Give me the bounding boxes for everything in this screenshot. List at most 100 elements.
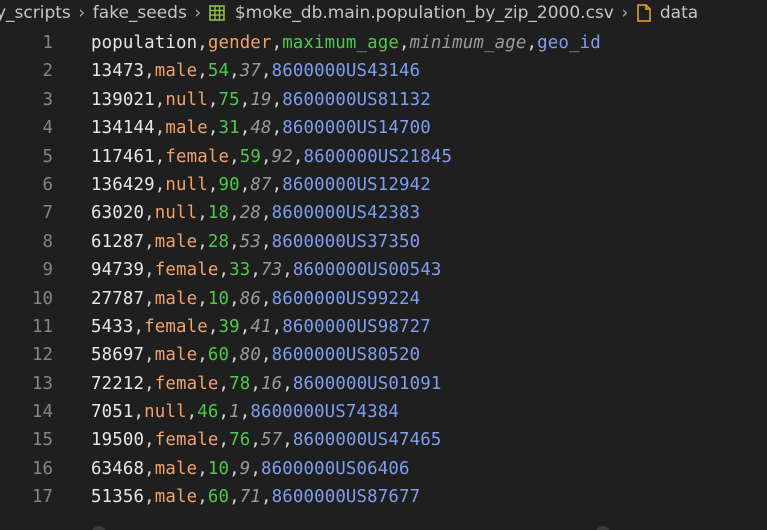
line-number: 1 (42, 33, 53, 53)
csv-cell: 63020 (91, 203, 145, 224)
line-number: 16 (32, 458, 53, 479)
csv-delimiter: , (197, 345, 208, 366)
csv-cell: minimum_age (409, 33, 527, 53)
csv-delimiter: , (154, 146, 166, 167)
csv-delimiter: , (197, 487, 208, 508)
csv-cell: 8600000US12942 (282, 174, 431, 195)
csv-cell: 8600000US99224 (271, 288, 421, 309)
csv-cell: 71 (239, 487, 261, 508)
code-line[interactable]: 12 58697,male,60,80,8600000US80520 (0, 341, 767, 369)
code-line[interactable]: 17 51356,male,60,71,8600000US87677 (0, 483, 767, 511)
line-content[interactable]: 58697,male,60,80,8600000US80520 (91, 341, 420, 369)
csv-delimiter: , (229, 203, 240, 224)
chevron-right-icon: › (194, 3, 202, 23)
line-content[interactable]: 7051,null,46,1,8600000US74384 (91, 398, 399, 426)
csv-delimiter: , (144, 61, 155, 82)
line-content[interactable]: 139021,null,75,19,8600000US81132 (91, 86, 431, 114)
line-number: 12 (32, 345, 53, 366)
csv-cell: 80 (239, 345, 261, 366)
line-content[interactable]: 27787,male,10,86,8600000US99224 (91, 285, 420, 313)
code-line[interactable]: 3 139021,null,75,19,8600000US81132 (0, 86, 767, 114)
csv-delimiter: , (229, 231, 240, 252)
bottom-bar (0, 522, 767, 530)
breadcrumb-item-csv-file[interactable]: $moke_db.main.population_by_zip_2000.csv (209, 3, 614, 23)
csv-delimiter: , (250, 458, 261, 479)
csv-delimiter: , (144, 430, 155, 451)
breadcrumb-item-fake-seeds-folder[interactable]: fake_seeds (93, 3, 187, 23)
code-line[interactable]: 14 7051,null,46,1,8600000US74384 (0, 398, 767, 426)
code-line[interactable]: 11 5433,female,39,41,8600000US98727 (0, 313, 767, 341)
chevron-right-icon: › (78, 3, 86, 23)
breadcrumb-label: data (659, 3, 699, 23)
csv-cell: 60 (207, 345, 230, 366)
line-number: 5 (42, 146, 53, 167)
breadcrumb-item-data-symbol[interactable]: data (636, 3, 698, 23)
line-content[interactable]: 61287,male,28,53,8600000US37350 (91, 228, 420, 256)
csv-delimiter: , (239, 89, 251, 110)
csv-delimiter: , (260, 288, 272, 309)
csv-cell: 10 (207, 288, 230, 309)
csv-cell: 19 (250, 89, 272, 110)
csv-cell: female (154, 373, 219, 394)
code-editor[interactable]: 1 population,gender,maximum_age,minimum_a… (0, 29, 767, 512)
csv-delimiter: , (207, 118, 219, 139)
line-content[interactable]: 63020,null,18,28,8600000US42383 (91, 199, 420, 227)
csv-delimiter: , (154, 89, 166, 110)
line-content[interactable]: 136429,null,90,87,8600000US12942 (91, 171, 431, 199)
code-line[interactable]: 2 13473,male,54,37,8600000US43146 (0, 57, 767, 85)
breadcrumb: y_scripts › fake_seeds › $moke_db.main.p… (0, 0, 767, 26)
line-content[interactable]: 134144,male,31,48,8600000US14700 (91, 114, 431, 142)
csv-table-icon (209, 5, 225, 21)
csv-delimiter: , (292, 146, 304, 167)
csv-cell: 54 (207, 61, 230, 82)
code-line[interactable]: 13 72212,female,78,16,8600000US01091 (0, 370, 767, 398)
breadcrumb-item-scripts-folder[interactable]: y_scripts (0, 3, 71, 23)
line-content[interactable]: 13473,male,54,37,8600000US43146 (91, 57, 420, 85)
csv-cell: 10 (207, 458, 230, 479)
csv-cell: 61287 (91, 231, 145, 252)
file-icon (637, 4, 651, 22)
circle-icon (596, 526, 610, 530)
csv-cell: 27787 (91, 288, 145, 309)
code-line[interactable]: 8 61287,male,28,53,8600000US37350 (0, 228, 767, 256)
line-number: 10 (32, 288, 53, 309)
code-line[interactable]: 1 population,gender,maximum_age,minimum_a… (0, 29, 767, 57)
csv-cell: male (165, 118, 208, 139)
csv-cell: gender (207, 33, 272, 53)
csv-cell: 8600000US47465 (292, 430, 442, 451)
csv-cell: 94739 (91, 260, 145, 281)
csv-delimiter: , (239, 174, 251, 195)
code-line[interactable]: 16 63468,male,10,9,8600000US06406 (0, 455, 767, 483)
line-content[interactable]: 72212,female,78,16,8600000US01091 (91, 370, 442, 398)
line-content[interactable]: 94739,female,33,73,8600000US00543 (91, 256, 442, 284)
line-content[interactable]: 51356,male,60,71,8600000US87677 (91, 483, 420, 511)
csv-cell: 39 (218, 316, 240, 337)
csv-cell: 63468 (91, 458, 145, 479)
line-number: 15 (32, 430, 53, 451)
code-line[interactable]: 10 27787,male,10,86,8600000US99224 (0, 285, 767, 313)
csv-cell: 28 (207, 231, 230, 252)
csv-delimiter: , (229, 288, 240, 309)
line-number: 9 (42, 260, 53, 281)
line-content[interactable]: 19500,female,76,57,8600000US47465 (91, 426, 442, 454)
code-line[interactable]: 7 63020,null,18,28,8600000US42383 (0, 199, 767, 227)
csv-delimiter: , (282, 430, 293, 451)
code-line[interactable]: 6 136429,null,90,87,8600000US12942 (0, 171, 767, 199)
code-line[interactable]: 5 117461,female,59,92,8600000US21845 (0, 143, 767, 171)
code-line[interactable]: 9 94739,female,33,73,8600000US00543 (0, 256, 767, 284)
csv-delimiter: , (399, 33, 410, 53)
code-line[interactable]: 15 19500,female,76,57,8600000US47465 (0, 426, 767, 454)
csv-cell: 5433 (91, 316, 134, 337)
line-content[interactable]: 5433,female,39,41,8600000US98727 (91, 313, 431, 341)
line-content[interactable]: 63468,male,10,9,8600000US06406 (91, 455, 410, 483)
csv-cell: 8600000US06406 (260, 458, 410, 479)
csv-cell: 41 (250, 316, 272, 337)
line-content[interactable]: 117461,female,59,92,8600000US21845 (91, 143, 452, 171)
csv-delimiter: , (197, 33, 208, 53)
csv-cell: 53 (239, 231, 261, 252)
code-line[interactable]: 4 134144,male,31,48,8600000US14700 (0, 114, 767, 142)
line-content[interactable]: population,gender,maximum_age,minimum_ag… (91, 29, 601, 57)
csv-delimiter: , (207, 316, 219, 337)
csv-delimiter: , (186, 402, 198, 423)
csv-cell: 8600000US80520 (271, 345, 421, 366)
